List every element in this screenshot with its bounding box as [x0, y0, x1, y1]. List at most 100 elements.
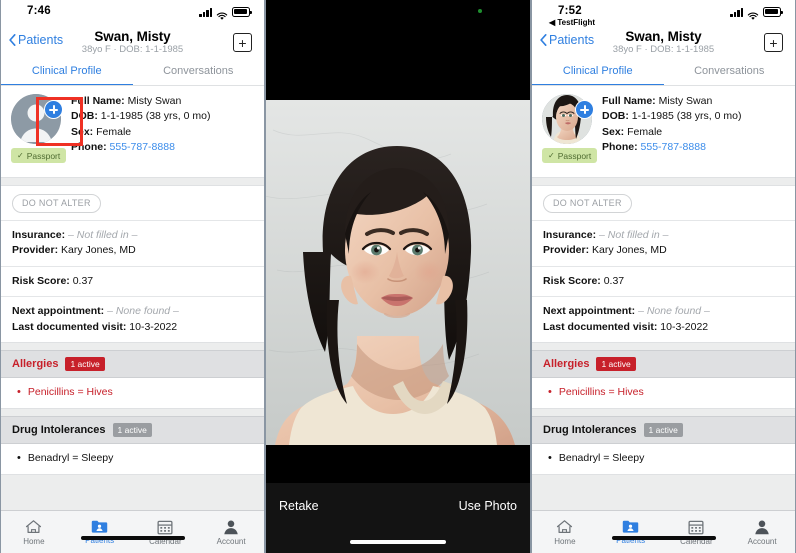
status-bar: 7:52 ◀ TestFlight	[532, 0, 795, 27]
list-item[interactable]: • Penicillins = Hives	[543, 385, 784, 400]
patient-info: Full Name: Misty Swan DOB: 1-1-1985 (38 …	[602, 94, 795, 155]
risk-field: Risk Score: 0.37	[543, 274, 784, 290]
provider-value: Kary Jones, MD	[61, 244, 136, 256]
home-indicator	[350, 540, 446, 544]
nav-bar: Patients Swan, Misty 38yo F · DOB: 1-1-1…	[532, 27, 795, 59]
label-sex: Sex:	[71, 125, 94, 138]
tab-conversations[interactable]: Conversations	[133, 59, 265, 85]
add-photo-icon[interactable]	[575, 100, 594, 119]
battery-icon	[232, 7, 252, 17]
last-visit-value: 10-3-2022	[660, 320, 709, 333]
passport-label: Passport	[26, 150, 61, 161]
tab-label: Home	[23, 536, 45, 546]
bottom-tab-bar: Home Patients Calendar Account	[1, 510, 264, 553]
label-dob: DOB:	[71, 110, 98, 123]
intolerances-badge: 1 active	[643, 423, 683, 437]
label-dob: DOB:	[602, 110, 629, 123]
allergy-text: Penicillins = Hives	[558, 386, 644, 398]
list-item[interactable]: • Benadryl = Sleepy	[543, 451, 784, 466]
bullet-icon: •	[548, 386, 552, 398]
do-not-alter-row: DO NOT ALTER	[1, 186, 264, 221]
last-visit-field: Last documented visit: 10-3-2022	[543, 320, 784, 336]
patient-field-fullname: Full Name: Misty Swan	[71, 94, 264, 109]
intolerance-text: Benadryl = Sleepy	[27, 452, 114, 464]
tab-conversations[interactable]: Conversations	[664, 59, 796, 85]
sidebar-item-calendar[interactable]: Calendar	[664, 511, 730, 553]
calendar-icon	[157, 520, 173, 534]
list-item[interactable]: • Benadryl = Sleepy	[12, 451, 253, 466]
back-to-patients-button[interactable]: Patients	[9, 33, 63, 47]
appointments-row: Next appointment: – None found – Last do…	[1, 297, 264, 342]
insurance-field: Insurance: – Not filled in –	[543, 228, 784, 244]
label-fullname: Full Name:	[602, 95, 656, 107]
bullet-icon: •	[17, 452, 21, 464]
intolerances-header[interactable]: Drug Intolerances 1 active	[1, 416, 264, 444]
camera-lower-mask	[266, 445, 530, 483]
next-appointment-field: Next appointment: – None found –	[12, 304, 253, 320]
sidebar-item-home[interactable]: Home	[532, 511, 598, 553]
allergies-body: • Penicillins = Hives	[1, 378, 264, 409]
sidebar-item-account[interactable]: Account	[198, 511, 264, 553]
value-phone[interactable]: 555-787-8888	[641, 141, 706, 153]
avatar-area: ✓ Passport	[542, 94, 598, 168]
intolerances-header[interactable]: Drug Intolerances 1 active	[532, 416, 795, 444]
next-appointment-value: – None found –	[638, 305, 710, 317]
use-photo-button[interactable]: Use Photo	[459, 499, 517, 513]
allergies-header[interactable]: Allergies 1 active	[532, 350, 795, 378]
nav-bar: Patients Swan, Misty 38yo F · DOB: 1-1-1…	[1, 27, 264, 59]
content-scroll[interactable]: ✓ Passport Full Name: Misty Swan DOB: 1-…	[532, 85, 795, 511]
tab-label: Home	[554, 536, 576, 546]
value-dob: 1-1-1985 (38 yrs, 0 mo)	[100, 110, 211, 123]
content-scroll[interactable]: ✓ Passport Full Name: Misty Swan DOB: 1-…	[1, 85, 264, 511]
status-time: 7:46	[27, 5, 51, 17]
tab-clinical-profile[interactable]: Clinical Profile	[1, 59, 133, 86]
provider-label: Provider:	[12, 244, 59, 256]
tab-clinical-profile[interactable]: Clinical Profile	[532, 59, 664, 86]
risk-label: Risk Score:	[12, 274, 70, 287]
do-not-alter-pill[interactable]: DO NOT ALTER	[543, 193, 632, 213]
account-person-icon	[224, 520, 238, 534]
add-photo-icon[interactable]	[44, 100, 63, 119]
next-appointment-label: Next appointment:	[543, 305, 636, 317]
retake-button[interactable]: Retake	[279, 499, 319, 513]
back-to-patients-button[interactable]: Patients	[540, 33, 594, 47]
allergies-badge: 1 active	[65, 357, 105, 371]
sidebar-item-patients[interactable]: Patients	[67, 511, 133, 553]
next-appointment-value: – None found –	[107, 305, 179, 317]
cellular-signal-icon	[730, 7, 743, 17]
patient-field-phone: Phone: 555-787-8888	[71, 140, 264, 155]
last-visit-field: Last documented visit: 10-3-2022	[12, 320, 253, 336]
bullet-icon: •	[17, 386, 21, 398]
value-dob: 1-1-1985 (38 yrs, 0 mo)	[631, 110, 742, 123]
status-icons	[730, 7, 783, 20]
intolerances-body: • Benadryl = Sleepy	[1, 444, 264, 475]
intolerances-badge: 1 active	[112, 423, 152, 437]
do-not-alter-pill[interactable]: DO NOT ALTER	[12, 193, 101, 213]
insurance-field: Insurance: – Not filled in –	[12, 228, 253, 244]
home-icon	[26, 519, 42, 533]
value-sex: Female	[96, 125, 132, 138]
account-person-icon	[755, 520, 769, 534]
sidebar-item-patients[interactable]: Patients	[598, 511, 664, 553]
battery-icon	[763, 7, 783, 17]
sidebar-item-home[interactable]: Home	[1, 511, 67, 553]
patient-field-fullname: Full Name: Misty Swan	[602, 94, 795, 109]
phone-panel-camera: Retake Use Photo	[265, 0, 531, 553]
phone-panel-after: 7:52 ◀ TestFlight Patients Swan, Misty 3…	[531, 0, 796, 553]
add-button[interactable]: +	[233, 33, 252, 52]
check-icon: ✓	[548, 151, 555, 160]
tab-label: Account	[216, 536, 246, 546]
testflight-indicator[interactable]: ◀ TestFlight	[549, 18, 595, 27]
details-block: DO NOT ALTER Insurance: – Not filled in …	[532, 185, 795, 343]
camera-preview-screen: Retake Use Photo	[266, 0, 530, 553]
insurance-provider-row: Insurance: – Not filled in – Provider: K…	[1, 221, 264, 267]
allergies-header[interactable]: Allergies 1 active	[1, 350, 264, 378]
add-button[interactable]: +	[764, 33, 783, 52]
sidebar-item-account[interactable]: Account	[729, 511, 795, 553]
chevron-left-icon	[540, 34, 547, 46]
wifi-icon	[216, 8, 228, 20]
value-fullname: Misty Swan	[127, 95, 182, 107]
sidebar-item-calendar[interactable]: Calendar	[133, 511, 199, 553]
value-phone[interactable]: 555-787-8888	[110, 141, 175, 153]
list-item[interactable]: • Penicillins = Hives	[12, 385, 253, 400]
